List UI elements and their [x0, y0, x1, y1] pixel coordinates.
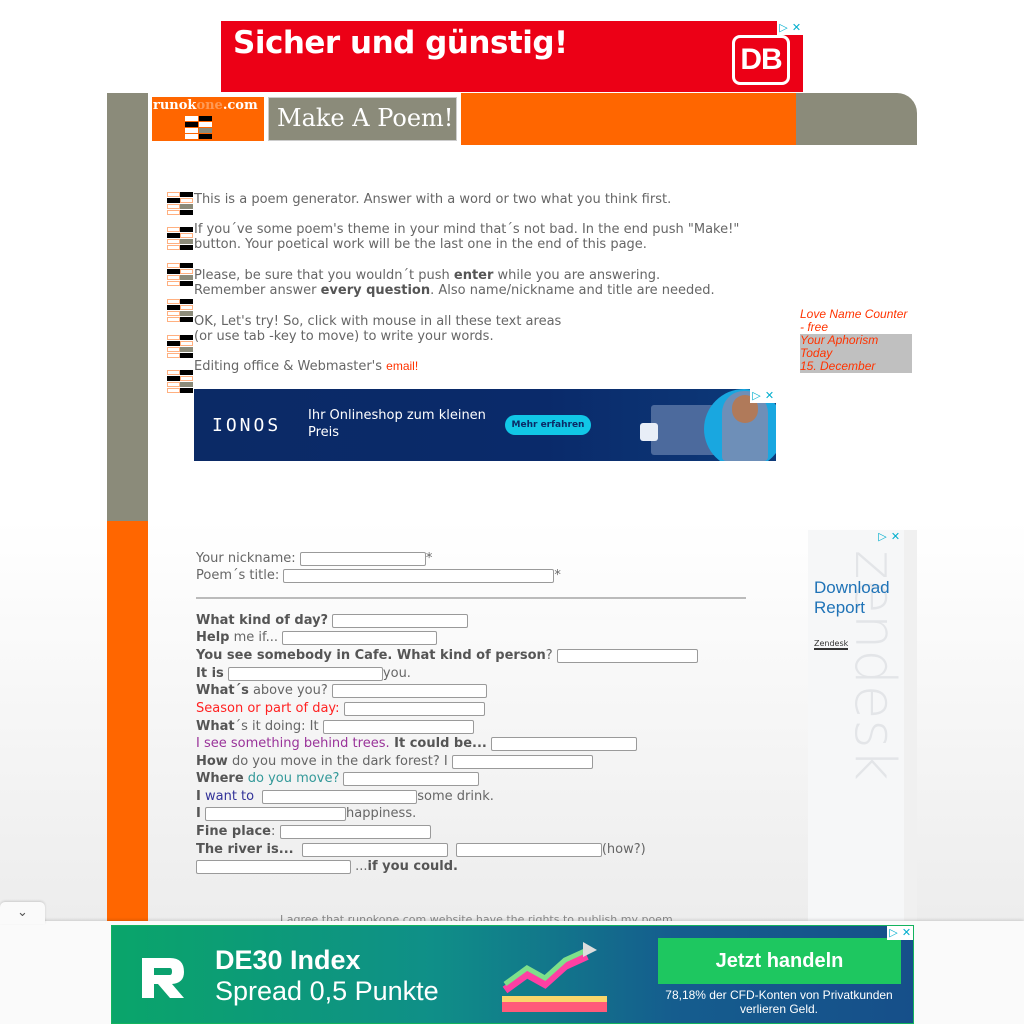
mehr-erfahren-button[interactable]: Mehr erfahren: [505, 415, 591, 435]
jetzt-handeln-button[interactable]: Jetzt handeln: [658, 938, 901, 984]
nickname-input[interactable]: [299, 551, 426, 566]
download-report-link[interactable]: Download Report: [814, 578, 890, 618]
person-kind-input[interactable]: [556, 648, 698, 663]
chevron-down-icon: ⌄: [17, 905, 28, 920]
question-row: What´s it doing: It: [196, 718, 474, 735]
ad-choices[interactable]: ▷ ✕: [876, 530, 902, 544]
header-gray-corner: [796, 93, 917, 145]
question-row: Help me if...: [196, 629, 438, 646]
day-kind-input[interactable]: [332, 613, 469, 628]
ad-subline: Spread 0,5 Punkte: [215, 976, 439, 1006]
left-sidebar-gray: [107, 93, 148, 521]
question-row: Where do you move?: [196, 770, 480, 787]
db-banner-ad[interactable]: Sicher und günstig! DB ▷ ✕: [221, 21, 803, 92]
chart-illustration-icon: [502, 942, 607, 1012]
ad-headline: DE30 Index: [215, 945, 361, 975]
intro-paragraph-1: This is a poem generator. Answer with a …: [194, 192, 672, 207]
close-ad-icon[interactable]: ✕: [889, 530, 902, 544]
river-input-2[interactable]: [455, 842, 602, 857]
page-title: Make A Poem!: [277, 104, 454, 132]
fine-place-input[interactable]: [279, 824, 431, 839]
site-logo[interactable]: runokone.com: [152, 97, 264, 141]
happiness-input[interactable]: [204, 806, 346, 821]
bullet-mosaic-icon: [167, 370, 195, 394]
risk-disclaimer: 78,18% der CFD-Konten von Privatkunden v…: [665, 988, 893, 1016]
divider: [196, 597, 746, 599]
question-row: What kind of day?: [196, 612, 469, 629]
right-gutter: [904, 530, 917, 925]
it-is-input[interactable]: [227, 666, 383, 681]
ad-headline: Sicher und günstig!: [233, 25, 568, 61]
help-me-input[interactable]: [282, 630, 438, 645]
question-row: What´s above you?: [196, 682, 487, 699]
db-logo-icon: DB: [732, 35, 790, 85]
poem-title-input[interactable]: [283, 568, 555, 583]
ad-choices[interactable]: ▷ ✕: [750, 389, 776, 403]
page-title-box: Make A Poem!: [268, 97, 457, 141]
behind-trees-input[interactable]: [491, 736, 637, 751]
left-sidebar-orange: [107, 521, 148, 921]
close-ad-icon[interactable]: ✕: [763, 389, 776, 403]
ad-choices[interactable]: ▷ ✕: [777, 21, 803, 35]
love-name-counter-link[interactable]: Love Name Counter - free: [800, 308, 912, 334]
move-how-input[interactable]: [451, 754, 593, 769]
intro-paragraph-4: OK, Let's try! So, click with mouse in a…: [194, 314, 562, 344]
bullet-mosaic-icon: [167, 299, 195, 323]
close-ad-icon[interactable]: ✕: [900, 926, 913, 940]
ad-copy: Ihr Onlineshop zum kleinen Preis: [308, 408, 486, 440]
logo-mosaic-icon: [185, 116, 213, 140]
ionos-banner-ad[interactable]: IONOS Ihr Onlineshop zum kleinen Preis Me…: [194, 389, 776, 461]
above-you-input[interactable]: [331, 683, 487, 698]
side-links: Love Name Counter - free Your Aphorism T…: [800, 308, 912, 373]
adchoices-icon[interactable]: ▷: [876, 530, 889, 544]
river-input-1[interactable]: [301, 842, 448, 857]
bullet-mosaic-icon: [167, 192, 195, 216]
collapse-anchor-button[interactable]: ⌄: [0, 902, 45, 924]
question-row: How do you move in the dark forest? I: [196, 753, 593, 770]
question-row: Fine place:: [196, 823, 431, 840]
ionos-logo: IONOS: [212, 415, 282, 436]
bullet-mosaic-icon: [167, 263, 195, 287]
bullet-mosaic-icon: [167, 335, 195, 359]
logo-text: runokone.com: [153, 98, 258, 113]
move-where-input[interactable]: [343, 771, 480, 786]
zendesk-brand: Zendesk: [814, 639, 849, 650]
question-row: I want to some drink.: [196, 789, 494, 804]
season-input[interactable]: [343, 701, 485, 716]
it-doing-input[interactable]: [322, 719, 474, 734]
ad-choices[interactable]: ▷ ✕: [887, 926, 913, 940]
intro-paragraph-5: Editing office & Webmaster's email!: [194, 359, 419, 374]
question-row: Season or part of day:: [196, 700, 485, 717]
question-row: It is you.: [196, 666, 411, 681]
header-orange-bar: [461, 93, 796, 145]
if-you-could-input[interactable]: [196, 859, 351, 874]
question-row: You see somebody in Cafe. What kind of p…: [196, 647, 698, 664]
bullet-mosaic-icon: [167, 227, 195, 251]
close-ad-icon[interactable]: ✕: [790, 21, 803, 35]
email-link[interactable]: email!: [386, 359, 418, 373]
want-to-input[interactable]: [262, 789, 418, 804]
aphorism-today-link[interactable]: Your Aphorism Today 15. December: [800, 334, 912, 373]
nickname-row: Your nickname: *: [196, 551, 433, 566]
zendesk-sidebar-ad[interactable]: zendesk Download Report Zendesk ▷ ✕: [808, 530, 904, 925]
question-row: I see something behind trees. It could b…: [196, 735, 637, 752]
calendar-icon: [640, 423, 658, 441]
adchoices-icon[interactable]: ▷: [887, 926, 900, 940]
intro-paragraph-3: Please, be sure that you wouldn´t push e…: [194, 268, 715, 298]
adchoices-icon[interactable]: ▷: [777, 21, 790, 35]
adchoices-icon[interactable]: ▷: [750, 389, 763, 403]
question-row: I happiness.: [196, 806, 417, 821]
question-row: The river is... (how?): [196, 842, 646, 857]
question-row: ...if you could.: [196, 858, 458, 875]
title-row: Poem´s title: *: [196, 568, 561, 583]
intro-paragraph-2: If you´ve some poem's theme in your mind…: [194, 222, 740, 252]
de30-banner-ad[interactable]: DE30 Index Spread 0,5 Punkte Jetzt hande…: [111, 925, 914, 1024]
broker-logo-icon: [142, 958, 184, 998]
